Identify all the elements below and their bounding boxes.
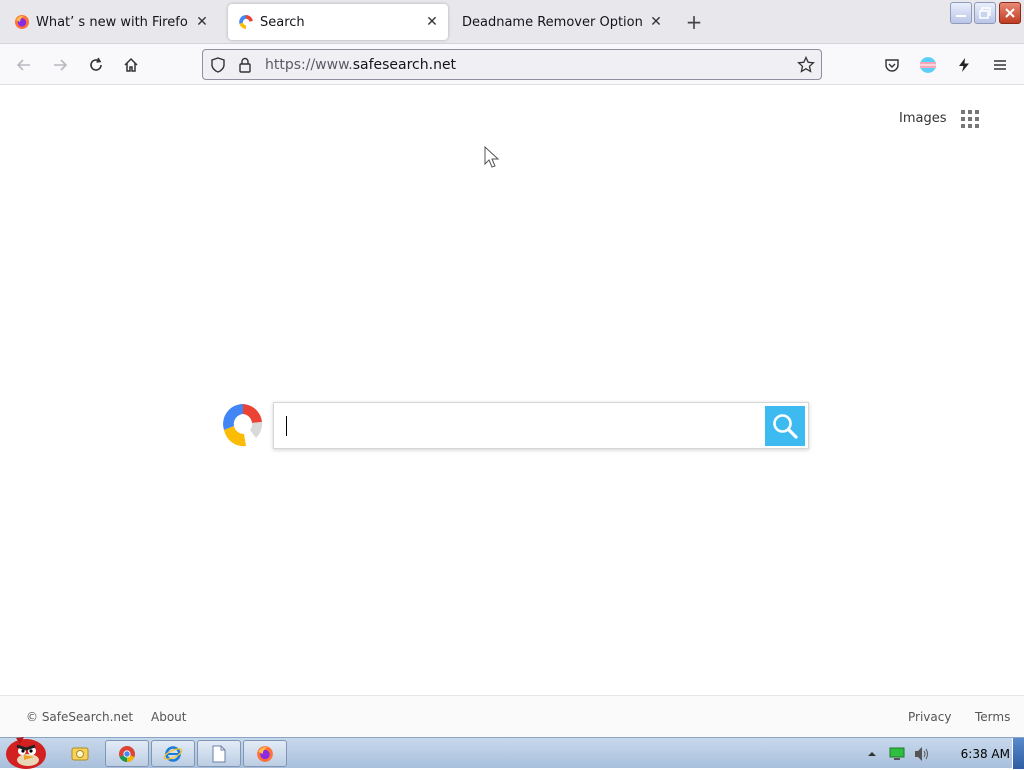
arrow-right-icon	[54, 59, 68, 71]
close-window-button[interactable]	[999, 2, 1021, 24]
reload-button[interactable]	[83, 52, 109, 78]
network-icon[interactable]	[889, 747, 905, 761]
home-icon	[124, 57, 138, 72]
tab-title: Deadname Remover Options	[462, 14, 642, 30]
show-hidden-icons-icon[interactable]	[867, 749, 877, 759]
bookmark-star-icon[interactable]	[797, 56, 815, 74]
restore-icon	[979, 7, 991, 19]
new-tab-button[interactable]: +	[684, 10, 704, 34]
tab-search[interactable]: Search ✕	[228, 4, 448, 40]
show-desktop-button[interactable]	[1012, 738, 1024, 769]
taskbar: 6:38 AM	[0, 737, 1024, 769]
lock-icon[interactable]	[236, 56, 254, 74]
app-menu-button[interactable]	[987, 52, 1013, 78]
reload-icon	[90, 57, 102, 71]
text-caret	[286, 416, 287, 436]
pocket-button[interactable]	[879, 52, 905, 78]
system-tray: 6:38 AM	[867, 738, 1010, 769]
taskbar-clock[interactable]: 6:38 AM	[961, 747, 1010, 761]
url-domain: safesearch.net	[352, 57, 457, 73]
footer-copyright: © SafeSearch.net	[26, 710, 134, 724]
url-prefix: https://www.	[265, 57, 353, 73]
trans-flag-extension-icon	[920, 56, 936, 74]
back-button[interactable]	[11, 52, 37, 78]
taskbar-document-button[interactable]	[197, 740, 241, 767]
taskbar-explorer-button[interactable]	[58, 740, 102, 767]
address-bar[interactable]: https://www.safesearch.net	[202, 49, 822, 80]
explorer-icon	[71, 747, 89, 760]
volume-icon[interactable]	[913, 746, 931, 762]
tracking-protection-shield-icon[interactable]	[209, 56, 227, 74]
internet-explorer-icon	[163, 745, 183, 762]
arrow-left-icon	[16, 59, 30, 71]
document-icon	[212, 745, 226, 762]
search-icon	[773, 414, 798, 439]
footer-about-link[interactable]: About	[151, 710, 186, 724]
lightning-extension-button[interactable]	[951, 52, 977, 78]
taskbar-firefox-button[interactable]	[243, 740, 287, 767]
extension-button[interactable]	[915, 52, 941, 78]
taskbar-internet-explorer-button[interactable]	[151, 740, 195, 767]
safesearch-logo-icon	[223, 404, 263, 447]
search-input[interactable]	[282, 409, 762, 442]
tab-whats-new[interactable]: What’ s new with Firefox - M ✕	[4, 4, 218, 40]
page-content: Images © SafeSearch.net About Privacy Te…	[0, 85, 1024, 737]
images-link[interactable]: Images	[899, 111, 947, 126]
lightning-icon	[959, 58, 969, 72]
firefox-icon	[257, 745, 273, 762]
restore-button[interactable]	[974, 2, 996, 24]
safesearch-icon	[239, 15, 253, 29]
pocket-icon	[885, 59, 899, 72]
chrome-icon	[119, 745, 135, 762]
mouse-cursor-icon	[484, 146, 500, 168]
hamburger-menu-icon	[994, 60, 1006, 70]
tab-close-button[interactable]: ✕	[194, 14, 210, 30]
tab-title: What’ s new with Firefox - M	[36, 14, 188, 30]
search-box	[273, 402, 809, 449]
close-icon	[1005, 8, 1015, 18]
navigation-toolbar: https://www.safesearch.net	[0, 44, 1024, 85]
tab-title: Search	[260, 14, 305, 30]
tab-close-button[interactable]: ✕	[424, 14, 440, 30]
search-button[interactable]	[765, 406, 805, 446]
minimize-icon	[956, 15, 966, 17]
home-button[interactable]	[118, 52, 144, 78]
apps-grid-icon[interactable]	[961, 110, 979, 128]
minimize-button[interactable]	[950, 2, 972, 24]
tab-close-button[interactable]: ✕	[648, 14, 664, 30]
tab-strip: What’ s new with Firefox - M ✕ Search ✕ …	[0, 0, 1024, 44]
page-footer: © SafeSearch.net About Privacy Terms	[0, 695, 1024, 737]
url-text[interactable]: https://www.safesearch.net	[265, 57, 456, 73]
taskbar-chrome-button[interactable]	[105, 740, 149, 767]
forward-button[interactable]	[47, 52, 73, 78]
footer-terms-link[interactable]: Terms	[975, 710, 1010, 724]
tab-deadname-remover[interactable]: Deadname Remover Options ✕	[452, 4, 672, 40]
footer-privacy-link[interactable]: Privacy	[908, 710, 951, 724]
firefox-icon	[15, 15, 29, 29]
start-button-angry-bird-icon[interactable]	[2, 730, 50, 770]
